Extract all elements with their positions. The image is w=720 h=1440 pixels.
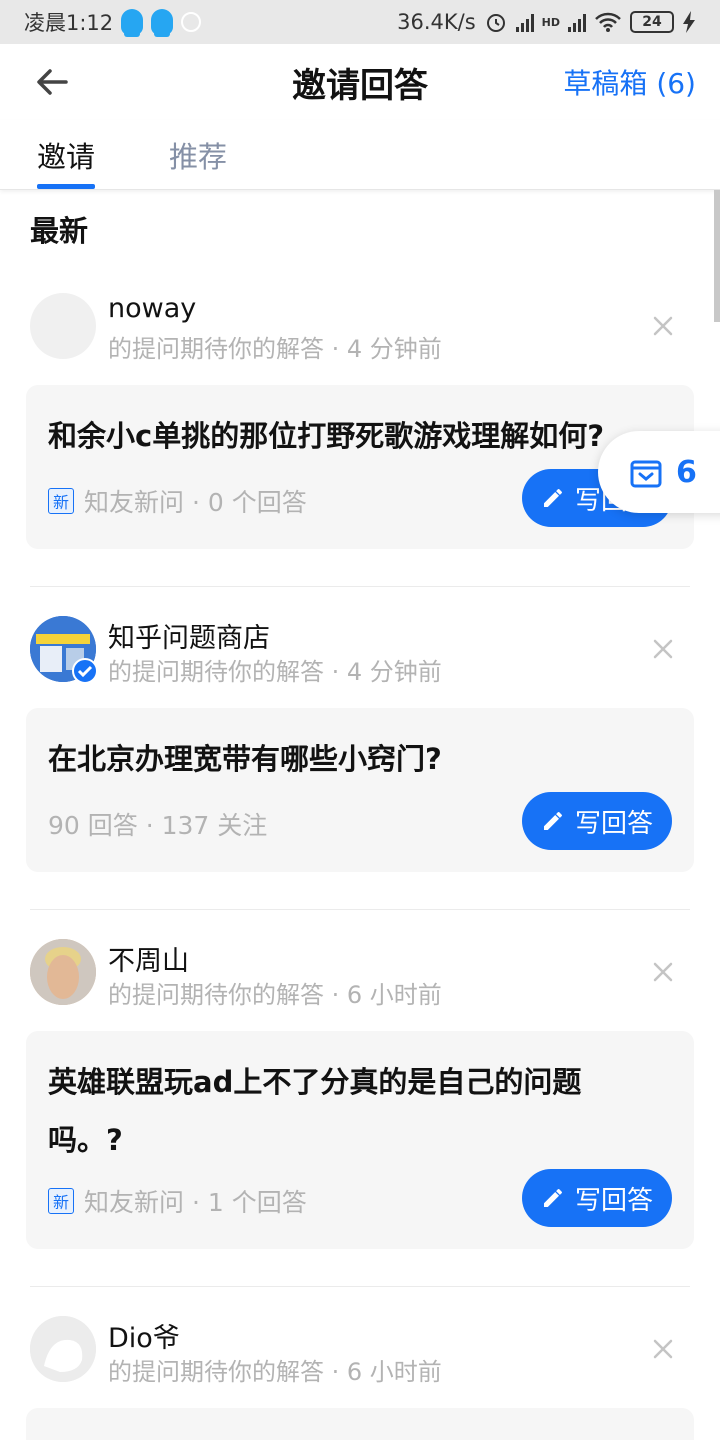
- tab-invite[interactable]: 邀请: [37, 134, 95, 176]
- avatar[interactable]: [30, 1316, 96, 1382]
- question-card[interactable]: 和余小c单挑的那位打野死歌游戏理解如何? 新 知友新问 · 0 个回答 写回答: [26, 385, 694, 549]
- close-icon[interactable]: [652, 638, 674, 660]
- tab-recommend[interactable]: 推荐: [169, 134, 227, 176]
- new-badge: 新: [48, 1188, 74, 1214]
- question-card[interactable]: 在北京办理宽带有哪些小窍门? 90 回答 · 137 关注 写回答: [26, 708, 694, 872]
- question-stats-text: 知友新问 · 0 个回答: [84, 488, 307, 517]
- battery-level: 24: [642, 14, 662, 30]
- verified-icon: [72, 658, 98, 684]
- timer-icon: [181, 12, 202, 32]
- divider: [30, 586, 690, 587]
- network-type: HD: [541, 15, 560, 29]
- scrollbar[interactable]: [714, 190, 720, 322]
- question-title[interactable]: 在北京办理宽带有哪些小窍门?: [48, 730, 672, 788]
- write-answer-button[interactable]: 写回答: [522, 792, 672, 850]
- status-time: 凌晨1:12: [24, 11, 114, 35]
- question-stats-text: 知友新问 · 1 个回答: [84, 1188, 307, 1217]
- item-meta: 的提问期待你的解答 · 6 小时前: [108, 1358, 442, 1386]
- question-title[interactable]: 英雄联盟玩ad上不了分真的是自己的问题 吗。?: [48, 1053, 672, 1169]
- divider: [30, 1286, 690, 1287]
- wifi-icon: [595, 12, 621, 32]
- pencil-icon: [543, 812, 562, 830]
- tab-bar: 邀请 推荐: [0, 120, 720, 190]
- question-title-line: 英雄联盟玩ad上不了分真的是自己的问题: [48, 1065, 582, 1099]
- user-name[interactable]: 知乎问题商店: [108, 616, 270, 655]
- question-stats: 新 知友新问 · 0 个回答: [48, 483, 307, 519]
- pencil-icon: [543, 1189, 562, 1207]
- charging-icon: [683, 11, 695, 33]
- status-bar: 凌晨1:12 36.4K/s HD 24: [0, 0, 720, 44]
- question-card[interactable]: [26, 1408, 694, 1440]
- divider: [30, 909, 690, 910]
- user-name[interactable]: noway: [108, 293, 196, 324]
- qq-icon: [121, 9, 144, 37]
- signal-icon: [568, 12, 586, 32]
- pencil-icon: [543, 489, 562, 507]
- signal-icon: [515, 12, 534, 32]
- item-meta: 的提问期待你的解答 · 4 分钟前: [108, 335, 442, 363]
- network-speed: 36.4K/s: [397, 10, 476, 34]
- question-title-line: 吗。?: [48, 1123, 123, 1157]
- question-stats: 新 知友新问 · 1 个回答: [48, 1183, 307, 1219]
- floating-drafts-button[interactable]: 6: [598, 431, 720, 513]
- header: 邀请回答 草稿箱 (6): [0, 44, 720, 120]
- question-stats-text: 90 回答 · 137 关注: [48, 811, 268, 840]
- drafts-button[interactable]: 草稿箱 (6): [563, 62, 696, 102]
- question-stats: 90 回答 · 137 关注: [48, 806, 267, 842]
- new-badge: 新: [48, 488, 74, 514]
- close-icon[interactable]: [652, 1338, 674, 1360]
- floating-drafts-count: 6: [676, 454, 697, 490]
- question-title[interactable]: 和余小c单挑的那位打野死歌游戏理解如何?: [48, 407, 672, 465]
- default-avatar-icon: [30, 1316, 96, 1382]
- write-answer-button[interactable]: 写回答: [522, 1169, 672, 1227]
- write-answer-label: 写回答: [574, 808, 653, 839]
- close-icon[interactable]: [652, 315, 674, 337]
- user-photo-icon: [30, 939, 96, 1005]
- avatar[interactable]: [30, 939, 96, 1005]
- inbox-icon: [630, 460, 662, 488]
- close-icon[interactable]: [652, 961, 674, 983]
- item-meta: 的提问期待你的解答 · 4 分钟前: [108, 658, 442, 686]
- question-card[interactable]: 英雄联盟玩ad上不了分真的是自己的问题 吗。? 新 知友新问 · 1 个回答 写…: [26, 1031, 694, 1249]
- qq-icon: [151, 9, 174, 37]
- avatar[interactable]: [30, 293, 96, 359]
- user-name[interactable]: 不周山: [108, 939, 189, 978]
- item-meta: 的提问期待你的解答 · 6 小时前: [108, 981, 442, 1009]
- write-answer-label: 写回答: [574, 1185, 653, 1216]
- section-title: 最新: [30, 214, 89, 248]
- tab-indicator: [37, 184, 95, 189]
- alarm-icon: [486, 14, 505, 32]
- user-name[interactable]: Dio爷: [108, 1316, 180, 1355]
- battery-icon: 24: [630, 11, 674, 33]
